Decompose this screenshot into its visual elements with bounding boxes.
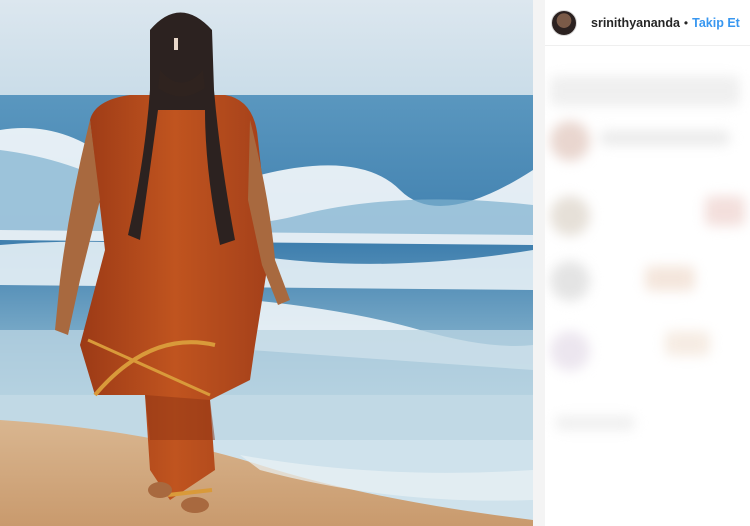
panel-divider [533, 0, 545, 526]
profile-avatar-icon[interactable] [551, 9, 577, 36]
post-header: srinithyananda • Takip Et [545, 0, 750, 46]
post-side-panel: srinithyananda • Takip Et [545, 0, 750, 526]
username-link[interactable]: srinithyananda [591, 16, 680, 30]
blurred-comments-area [545, 46, 750, 526]
follow-button[interactable]: Takip Et [692, 16, 740, 30]
post-photo[interactable] [0, 0, 533, 526]
separator-dot: • [683, 15, 689, 30]
beach-scene-image [0, 0, 533, 526]
